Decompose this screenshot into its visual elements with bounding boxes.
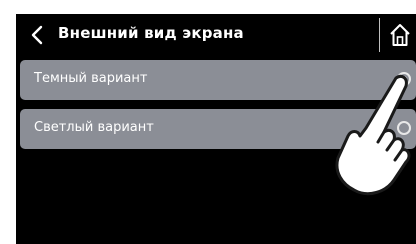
header-bar: Внешний вид экрана [16, 14, 416, 56]
radio-selected[interactable] [397, 72, 411, 86]
option-light-theme[interactable]: Светлый вариант [20, 109, 416, 149]
home-button[interactable] [382, 14, 416, 56]
header-divider [379, 18, 380, 52]
display-screen: Внешний вид экрана Темный вариант Светлы… [16, 14, 416, 244]
home-icon [390, 24, 410, 46]
option-dark-theme[interactable]: Темный вариант [20, 60, 416, 100]
chevron-left-icon[interactable] [30, 24, 44, 46]
option-label: Светлый вариант [34, 120, 154, 135]
option-label: Темный вариант [34, 71, 148, 86]
radio-unselected[interactable] [397, 121, 411, 135]
page-title: Внешний вид экрана [58, 24, 244, 42]
